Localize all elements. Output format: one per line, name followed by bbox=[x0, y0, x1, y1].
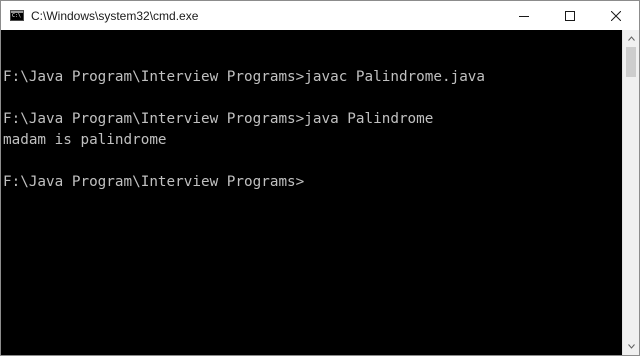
window-title: C:\Windows\system32\cmd.exe bbox=[31, 8, 199, 23]
minimize-icon bbox=[519, 15, 529, 17]
console-output[interactable]: F:\Java Program\Interview Programs>javac… bbox=[1, 30, 622, 355]
cmd-icon-text: C:\ bbox=[12, 13, 22, 19]
console-prompt-line: F:\Java Program\Interview Programs> bbox=[3, 174, 305, 190]
chevron-down-icon bbox=[627, 344, 635, 349]
maximize-button[interactable] bbox=[547, 1, 593, 30]
cmd-icon[interactable]: C:\ bbox=[10, 10, 24, 21]
close-button[interactable] bbox=[593, 1, 639, 30]
scroll-thumb[interactable] bbox=[626, 47, 636, 77]
title-bar[interactable]: C:\ C:\Windows\system32\cmd.exe bbox=[1, 1, 639, 30]
maximize-icon bbox=[565, 10, 575, 21]
scroll-down-button[interactable] bbox=[623, 338, 639, 355]
scroll-up-button[interactable] bbox=[623, 30, 639, 47]
console-line: F:\Java Program\Interview Programs>javac… bbox=[3, 69, 486, 85]
vertical-scrollbar[interactable] bbox=[622, 30, 639, 355]
console-line: madam is palindrome bbox=[3, 132, 167, 148]
close-icon bbox=[611, 10, 621, 21]
cmd-window: C:\ C:\Windows\system32\cmd.exe F:\Java … bbox=[0, 0, 640, 356]
minimize-button[interactable] bbox=[501, 1, 547, 30]
window-controls bbox=[501, 1, 639, 30]
chevron-up-icon bbox=[627, 36, 635, 41]
console-line: F:\Java Program\Interview Programs>java … bbox=[3, 111, 434, 127]
